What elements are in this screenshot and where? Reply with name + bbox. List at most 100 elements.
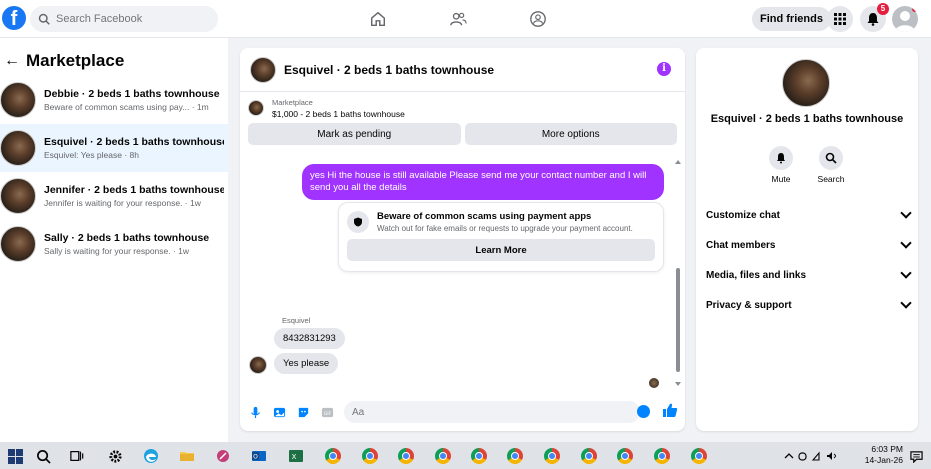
- account-avatar[interactable]: [892, 6, 918, 32]
- chat-scrollbar[interactable]: [675, 160, 681, 386]
- scroll-down-arrow-icon[interactable]: [675, 382, 681, 386]
- chrome-icon[interactable]: [616, 447, 634, 465]
- scam-warning-title: Beware of common scams using payment app…: [377, 211, 592, 222]
- menu-media-files-links[interactable]: Media, files and links: [706, 260, 912, 290]
- clock-date: 14-Jan-26: [864, 455, 903, 465]
- conversation-esquivel[interactable]: Esquivel · 2 beds 1 baths townhouse Esqu…: [0, 124, 228, 172]
- chrome-icon[interactable]: [690, 447, 708, 465]
- chrome-icon[interactable]: [434, 447, 452, 465]
- incoming-message: Yes please: [274, 353, 339, 374]
- conversation-sally[interactable]: Sally · 2 beds 1 baths townhouse Sally i…: [0, 220, 228, 268]
- microphone-icon[interactable]: [248, 405, 262, 419]
- mute-button[interactable]: Mute: [768, 146, 794, 184]
- listing-price-title[interactable]: $1,000 - 2 beds 1 baths townhouse: [272, 109, 405, 119]
- svg-text:GIF: GIF: [323, 410, 331, 416]
- friends-icon[interactable]: [448, 9, 468, 29]
- snipping-tool-icon[interactable]: [214, 447, 232, 465]
- incoming-message: 8432831293: [274, 328, 345, 349]
- message-input[interactable]: [344, 401, 640, 423]
- menu-label: Privacy & support: [706, 299, 792, 311]
- search-input[interactable]: [56, 13, 206, 25]
- conversation-title: Jennifer · 2 beds 1 baths townhouse: [44, 184, 224, 196]
- chevron-down-icon: [900, 267, 912, 279]
- notifications-button[interactable]: 5: [860, 3, 889, 32]
- facebook-logo[interactable]: f: [2, 6, 26, 30]
- chrome-icon[interactable]: [506, 447, 524, 465]
- settings-gear-icon[interactable]: [106, 447, 124, 465]
- conversation-title: Sally · 2 beds 1 baths townhouse: [44, 232, 210, 244]
- chrome-icon[interactable]: [543, 447, 561, 465]
- system-tray-icons[interactable]: [783, 450, 843, 464]
- menu-grid-button[interactable]: [827, 6, 853, 32]
- seen-indicator: [649, 378, 659, 388]
- excel-icon[interactable]: X: [287, 447, 305, 465]
- search-box[interactable]: [30, 6, 218, 32]
- conversation-title: Debbie · 2 beds 1 baths townhouse: [44, 88, 220, 100]
- more-options-button[interactable]: More options: [464, 123, 677, 145]
- top-navigation-bar: f Find friends 5: [0, 0, 931, 38]
- conversation-debbie[interactable]: Debbie · 2 beds 1 baths townhouse Beware…: [0, 76, 228, 124]
- mark-as-pending-button[interactable]: Mark as pending: [248, 123, 461, 145]
- scrollbar-thumb[interactable]: [676, 268, 680, 372]
- conversation-jennifer[interactable]: Jennifer · 2 beds 1 baths townhouse Jenn…: [0, 172, 228, 220]
- chrome-icon[interactable]: [361, 447, 379, 465]
- groups-icon[interactable]: [528, 9, 548, 29]
- chrome-icon[interactable]: [580, 447, 598, 465]
- marketplace-header: ← Marketplace: [0, 38, 228, 74]
- menu-label: Chat members: [706, 239, 776, 251]
- details-menu: Customize chat Chat members Media, files…: [706, 200, 912, 320]
- like-thumb-icon[interactable]: [662, 402, 678, 418]
- chat-panel: Esquivel · 2 beds 1 baths townhouse i Ma…: [240, 48, 685, 431]
- bell-icon: [769, 146, 793, 170]
- chrome-icon[interactable]: [470, 447, 488, 465]
- menu-label: Media, files and links: [706, 269, 807, 281]
- emoji-icon[interactable]: [637, 405, 650, 418]
- menu-label: Customize chat: [706, 209, 780, 221]
- chevron-down-icon: [900, 297, 912, 309]
- chat-details-panel: Esquivel · 2 beds 1 baths townhouse Mute…: [696, 48, 918, 431]
- message-composer: GIF: [240, 398, 685, 426]
- chrome-icon[interactable]: [397, 447, 415, 465]
- chevron-down-icon: [900, 207, 912, 219]
- notification-badge: 5: [877, 3, 889, 15]
- task-view-icon[interactable]: [68, 447, 86, 465]
- menu-chat-members[interactable]: Chat members: [706, 230, 912, 260]
- search-icon[interactable]: [34, 447, 52, 465]
- scam-warning-subtitle: Watch out for fake emails or requests to…: [377, 224, 633, 233]
- details-listing-image[interactable]: [782, 59, 830, 107]
- taskbar-clock[interactable]: 6:03 PM 14-Jan-26: [865, 444, 903, 466]
- gif-icon[interactable]: GIF: [320, 405, 334, 419]
- shield-icon: [347, 211, 369, 233]
- outlook-icon[interactable]: O: [250, 447, 268, 465]
- scroll-up-arrow-icon[interactable]: [675, 160, 681, 164]
- clock-time: 6:03 PM: [871, 444, 903, 454]
- marketplace-title: Marketplace: [26, 51, 125, 70]
- search-chat-button[interactable]: Search: [818, 146, 844, 184]
- svg-text:X: X: [292, 453, 297, 461]
- chat-title[interactable]: Esquivel · 2 beds 1 baths townhouse: [284, 63, 494, 77]
- scam-warning-card: Beware of common scams using payment app…: [338, 202, 664, 272]
- windows-start-icon[interactable]: [6, 447, 24, 465]
- learn-more-button[interactable]: Learn More: [347, 239, 655, 261]
- menu-privacy-support[interactable]: Privacy & support: [706, 290, 912, 320]
- menu-customize-chat[interactable]: Customize chat: [706, 200, 912, 230]
- edge-icon[interactable]: [142, 447, 160, 465]
- back-arrow-icon[interactable]: ←: [4, 52, 22, 70]
- chat-header: Esquivel · 2 beds 1 baths townhouse i: [240, 48, 685, 92]
- file-explorer-icon[interactable]: [178, 447, 196, 465]
- chrome-icon[interactable]: [324, 447, 342, 465]
- sticker-icon[interactable]: [296, 405, 310, 419]
- chat-listing-thumbnail[interactable]: [250, 56, 276, 83]
- info-icon[interactable]: i: [657, 62, 671, 76]
- home-icon[interactable]: [368, 9, 388, 29]
- sender-avatar[interactable]: [249, 356, 267, 374]
- photo-icon[interactable]: [272, 405, 286, 419]
- listing-thumbnail: [0, 226, 36, 262]
- listing-thumbnail[interactable]: [248, 100, 264, 116]
- find-friends-button[interactable]: Find friends: [752, 7, 831, 31]
- outgoing-message: yes Hi the house is still available Plea…: [302, 164, 664, 200]
- listing-thumbnail: [0, 82, 36, 118]
- notification-center-icon[interactable]: [907, 447, 925, 465]
- message-thread[interactable]: yes Hi the house is still available Plea…: [240, 156, 685, 394]
- chrome-icon[interactable]: [653, 447, 671, 465]
